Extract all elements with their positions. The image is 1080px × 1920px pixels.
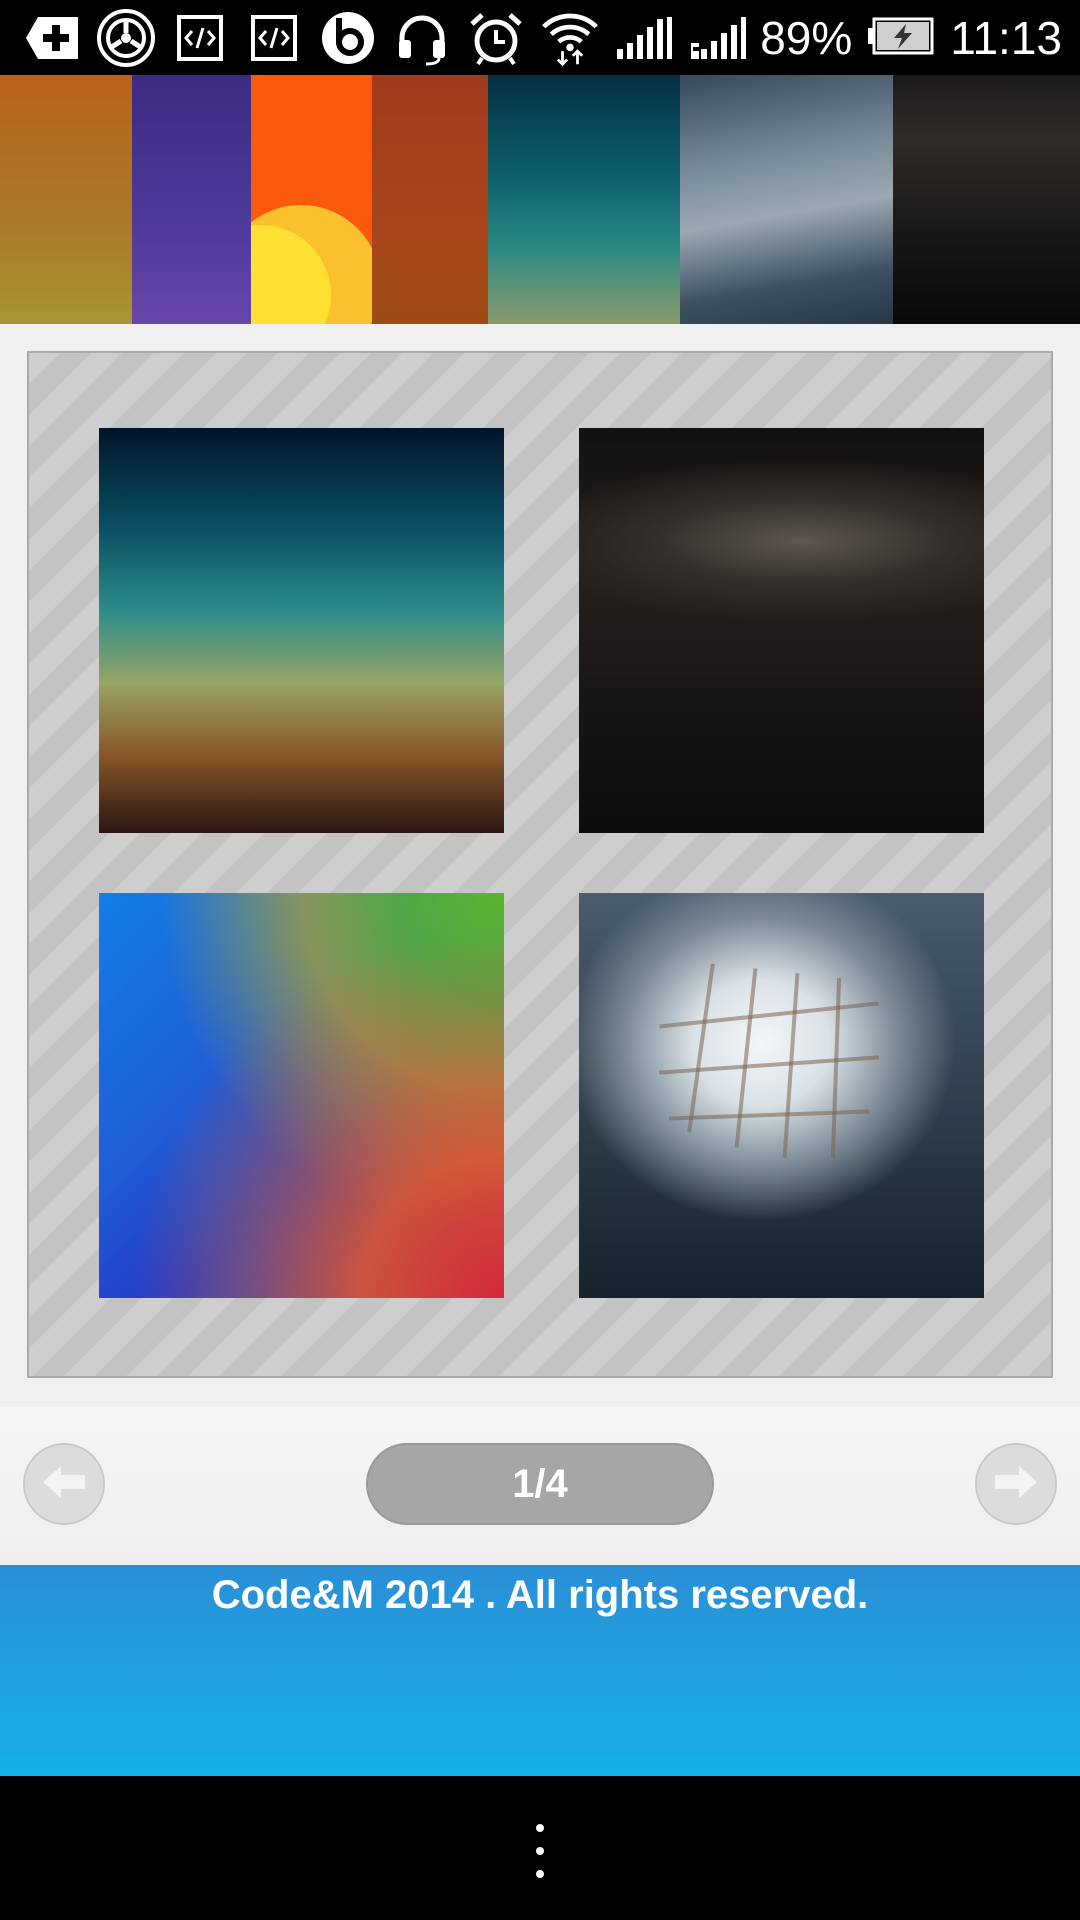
wallpaper-strip [0,75,1080,324]
clock: 11:13 [950,12,1062,64]
wallpaper-swatch-purple[interactable] [132,75,251,324]
signal-icon [688,8,748,68]
arrow-left-icon [41,1464,87,1504]
beats-icon [318,8,378,68]
wallpaper-grid [27,351,1053,1378]
wallpaper-swatch-glass[interactable] [680,75,893,324]
wallpaper-swatch-dark[interactable] [893,75,1080,324]
previous-page-button[interactable] [23,1443,105,1525]
arrow-right-icon [993,1464,1039,1504]
wallpaper-swatch-orange[interactable] [0,75,132,324]
wallpaper-thumbnail-dark-metal[interactable] [579,428,984,833]
add-icon [22,8,82,68]
wifi-icon [540,8,600,68]
page-indicator: 1/4 [366,1443,714,1525]
wallpaper-thumbnail-rainbow[interactable] [99,893,504,1298]
wallpaper-gallery [0,324,1080,1407]
code-icon [244,8,304,68]
headset-icon [392,8,452,68]
copyright-text: Code&M 2014 . All rights reserved. [211,1573,869,1617]
battery-percent: 89% [760,12,853,64]
pager-bar: 1/4 [0,1407,1080,1565]
next-page-button[interactable] [975,1443,1057,1525]
wallpaper-swatch-teal[interactable] [488,75,680,324]
wallpaper-swatch-rust[interactable] [372,75,488,324]
wallpaper-thumbnail-glass-window[interactable] [579,893,984,1298]
navigation-bar [0,1776,1080,1920]
overflow-menu-icon[interactable] [533,1824,547,1878]
signal-icon [614,8,674,68]
wallpaper-swatch-material[interactable] [251,75,372,324]
status-right: 89% 11:13 [760,8,1062,68]
steering-wheel-icon [96,8,156,68]
battery-charging-icon [866,16,936,60]
notification-icons [22,8,748,68]
alarm-icon [466,8,526,68]
status-bar: 89% 11:13 [0,0,1080,75]
wallpaper-thumbnail-sunset[interactable] [99,428,504,833]
code-icon [170,8,230,68]
footer: Code&M 2014 . All rights reserved. [0,1565,1080,1776]
